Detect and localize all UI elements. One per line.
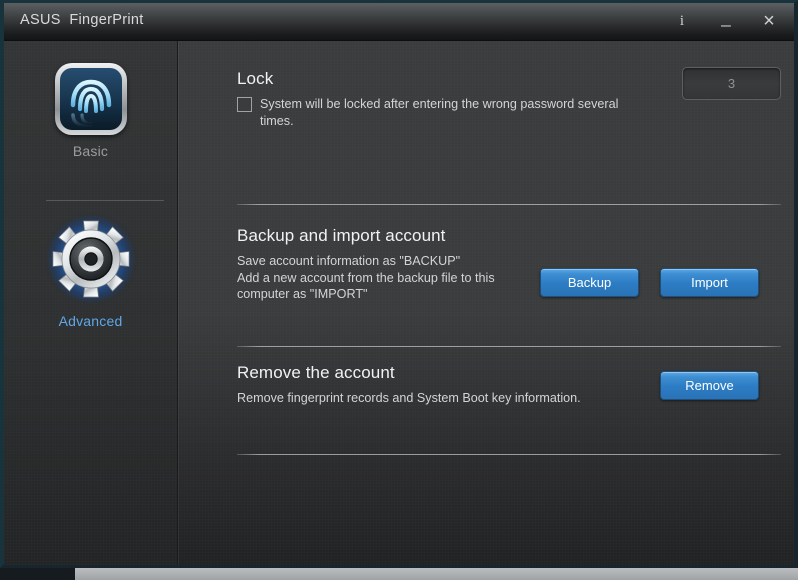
fingerprint-icon — [54, 63, 127, 135]
lock-enable-checkbox[interactable] — [237, 97, 252, 112]
import-button[interactable]: Import — [660, 268, 759, 297]
gear-icon — [45, 213, 137, 305]
window-body: Basic Advanced Lock System will be locke… — [4, 41, 794, 565]
title-bar[interactable]: ASUS FingerPrint i _ × — [4, 3, 794, 41]
backup-title: Backup and import account — [237, 226, 446, 245]
minimize-icon[interactable]: _ — [706, 3, 746, 40]
lock-description: System will be locked after entering the… — [260, 97, 619, 128]
lock-checkbox-row: System will be locked after entering the… — [237, 96, 781, 129]
divider-1 — [237, 204, 781, 205]
sidebar: Basic Advanced — [4, 41, 178, 565]
backup-description-line-3: computer as "IMPORT" — [237, 287, 368, 301]
divider-2 — [237, 346, 781, 347]
backup-description-line-1: Save account information as "BACKUP" — [237, 254, 461, 268]
gear-shape — [52, 220, 129, 298]
sidebar-item-advanced-label: Advanced — [58, 313, 123, 329]
main-content: Lock System will be locked after enterin… — [179, 41, 794, 565]
sidebar-item-basic[interactable]: Basic — [4, 63, 177, 159]
backup-description: Save account information as "BACKUP" Add… — [237, 253, 537, 303]
app-title: ASUS FingerPrint — [20, 12, 144, 28]
backup-button[interactable]: Backup — [540, 268, 639, 297]
sidebar-item-advanced[interactable]: Advanced — [4, 213, 177, 329]
lock-attempts-input[interactable]: 3 — [682, 67, 781, 100]
sidebar-item-basic-label: Basic — [72, 143, 109, 159]
app-window: ASUS FingerPrint i _ × Basic Advanced Lo… — [0, 0, 798, 568]
info-icon[interactable]: i — [662, 3, 702, 40]
divider-3 — [237, 454, 781, 455]
close-icon[interactable]: × — [749, 3, 789, 40]
sidebar-divider — [46, 200, 164, 201]
fingerprint-ridges — [70, 79, 111, 129]
backup-description-line-2: Add a new account from the backup file t… — [237, 270, 495, 285]
remove-button[interactable]: Remove — [660, 371, 759, 400]
